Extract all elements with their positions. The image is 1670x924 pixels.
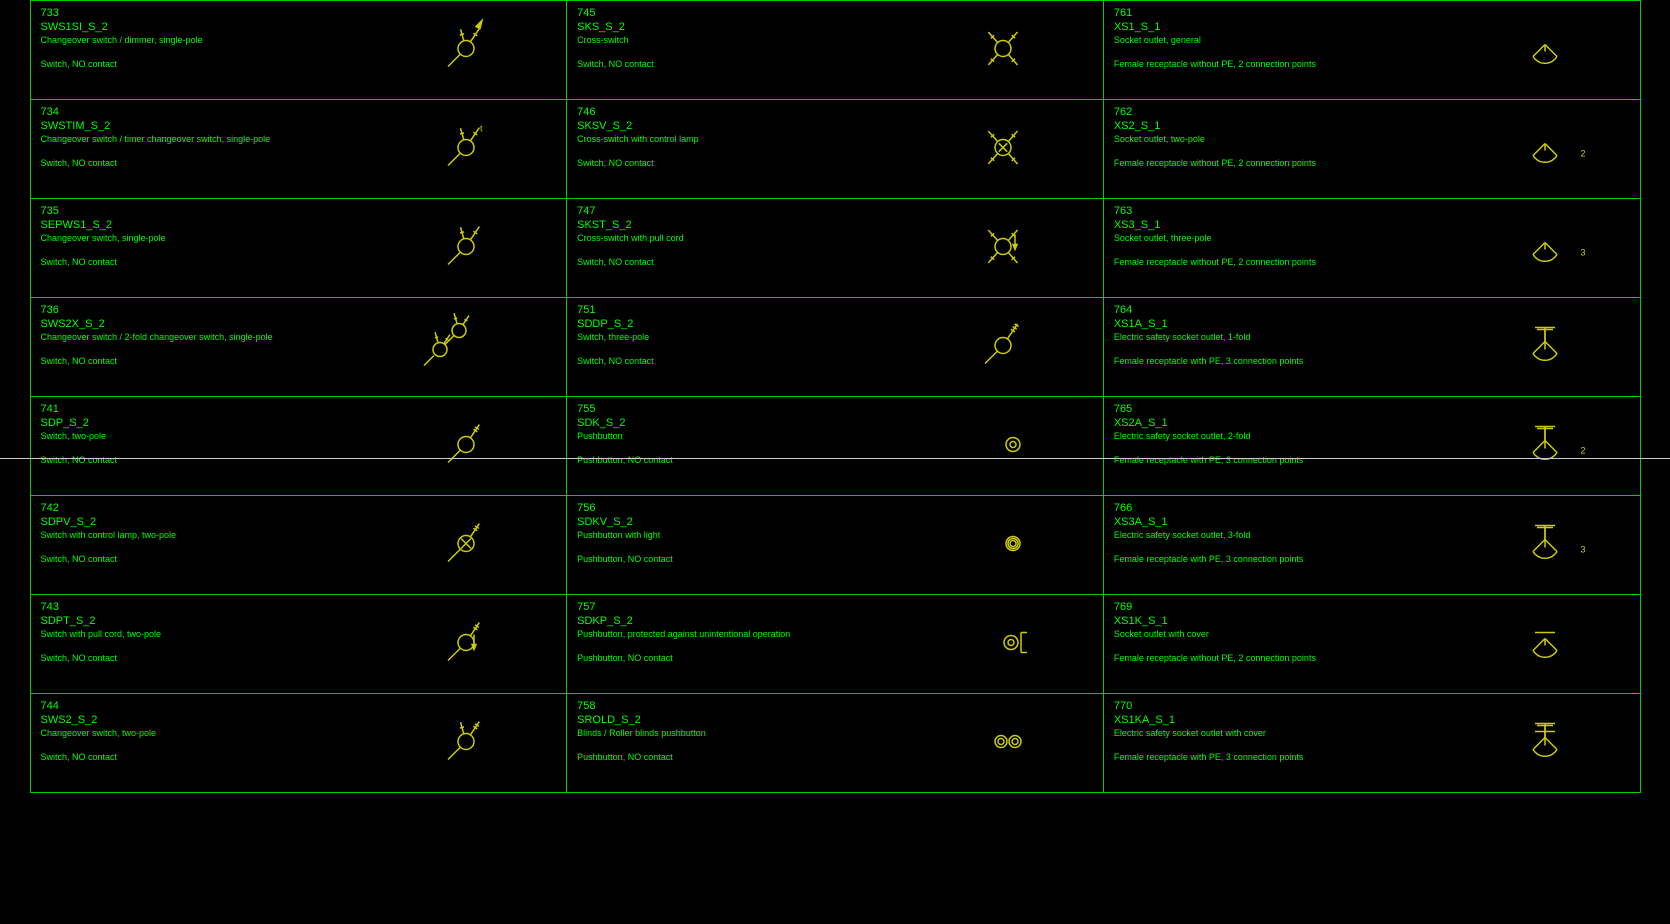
cell-number: 756 — [577, 502, 1093, 514]
cell-number: 734 — [41, 106, 557, 118]
symbol-cell: 736 SWS2X_S_2 Changeover switch / 2-fold… — [30, 297, 568, 397]
cell-symbol: t — [436, 117, 496, 180]
cell-number: 744 — [41, 700, 557, 712]
cell-symbol — [993, 622, 1033, 665]
cell-symbol — [973, 18, 1033, 81]
cell-symbol — [973, 315, 1033, 378]
cell-number: 742 — [41, 502, 557, 514]
cell-number: 755 — [577, 403, 1093, 415]
cell-symbol: 3 — [1520, 518, 1570, 571]
cell-symbol — [983, 721, 1033, 764]
cell-number: 745 — [577, 7, 1093, 19]
symbol-cell: 757 SDKP_S_2 Pushbutton, protected again… — [566, 594, 1104, 694]
cell-symbol — [1520, 716, 1570, 769]
svg-text:t: t — [480, 123, 483, 133]
symbol-cell: 743 SDPT_S_2 Switch with pull cord, two-… — [30, 594, 568, 694]
cell-symbol — [1520, 320, 1570, 373]
cell-symbol — [436, 711, 496, 774]
symbol-cell: 766 XS3A_S_1 Electric safety socket outl… — [1103, 495, 1641, 595]
cell-number: 747 — [577, 205, 1093, 217]
symbol-grid: 733 SWS1SI_S_2 Changeover switch / dimme… — [0, 0, 1670, 792]
symbol-cell: 734 SWSTIM_S_2 Changeover switch / timer… — [30, 99, 568, 199]
symbol-cell: 758 SROLD_S_2 Blinds / Roller blinds pus… — [566, 693, 1104, 793]
cell-symbol — [1520, 23, 1570, 76]
guide-line — [0, 458, 1670, 459]
symbol-cell: 765 XS2A_S_1 Electric safety socket outl… — [1103, 396, 1641, 496]
cell-number: 735 — [41, 205, 557, 217]
cell-number: 746 — [577, 106, 1093, 118]
cell-number: 766 — [1114, 502, 1630, 514]
cell-symbol: 2 — [1520, 419, 1570, 472]
cell-symbol — [1520, 617, 1570, 670]
cell-symbol — [973, 216, 1033, 279]
symbol-cell: 744 SWS2_S_2 Changeover switch, two-pole… — [30, 693, 568, 793]
symbol-cell: 755 SDK_S_2 Pushbutton Pushbutton, NO co… — [566, 396, 1104, 496]
cell-number: 765 — [1114, 403, 1630, 415]
cell-number: 770 — [1114, 700, 1630, 712]
cell-number: 751 — [577, 304, 1093, 316]
symbol-cell: 770 XS1KA_S_1 Electric safety socket out… — [1103, 693, 1641, 793]
cell-number: 769 — [1114, 601, 1630, 613]
cell-number: 763 — [1114, 205, 1630, 217]
cell-number: 741 — [41, 403, 557, 415]
symbol-cell: 769 XS1K_S_1 Socket outlet with cover Fe… — [1103, 594, 1641, 694]
symbol-cell: 741 SDP_S_2 Switch, two-pole Switch, NO … — [30, 396, 568, 496]
cell-symbol — [436, 18, 496, 81]
cell-symbol — [436, 216, 496, 279]
cell-number: 736 — [41, 304, 557, 316]
symbol-cell: 761 XS1_S_1 Socket outlet, general Femal… — [1103, 0, 1641, 100]
cell-symbol: 2 — [1520, 122, 1570, 175]
symbol-cell: 756 SDKV_S_2 Pushbutton with light Pushb… — [566, 495, 1104, 595]
symbol-cell: 746 SKSV_S_2 Cross-switch with control l… — [566, 99, 1104, 199]
symbol-cell: 762 XS2_S_1 Socket outlet, two-pole Fema… — [1103, 99, 1641, 199]
cell-symbol — [436, 612, 496, 675]
cell-symbol — [993, 523, 1033, 566]
symbol-cell: 735 SEPWS1_S_2 Changeover switch, single… — [30, 198, 568, 298]
cell-number: 733 — [41, 7, 557, 19]
cell-number: 761 — [1114, 7, 1630, 19]
cell-symbol — [416, 315, 496, 378]
symbol-cell: 742 SDPV_S_2 Switch with control lamp, t… — [30, 495, 568, 595]
cell-number: 757 — [577, 601, 1093, 613]
symbol-cell: 747 SKST_S_2 Cross-switch with pull cord… — [566, 198, 1104, 298]
symbol-cell: 745 SKS_S_2 Cross-switch Switch, NO cont… — [566, 0, 1104, 100]
cell-symbol — [993, 424, 1033, 467]
cell-symbol — [436, 414, 496, 477]
cell-symbol: 3 — [1520, 221, 1570, 274]
cell-symbol — [973, 117, 1033, 180]
symbol-cell: 764 XS1A_S_1 Electric safety socket outl… — [1103, 297, 1641, 397]
symbol-cell: 763 XS3_S_1 Socket outlet, three-pole Fe… — [1103, 198, 1641, 298]
cell-number: 743 — [41, 601, 557, 613]
cell-number: 762 — [1114, 106, 1630, 118]
cell-symbol — [436, 513, 496, 576]
symbol-cell: 751 SDDP_S_2 Switch, three-pole Switch, … — [566, 297, 1104, 397]
symbol-cell: 733 SWS1SI_S_2 Changeover switch / dimme… — [30, 0, 568, 100]
cell-number: 758 — [577, 700, 1093, 712]
cell-number: 764 — [1114, 304, 1630, 316]
